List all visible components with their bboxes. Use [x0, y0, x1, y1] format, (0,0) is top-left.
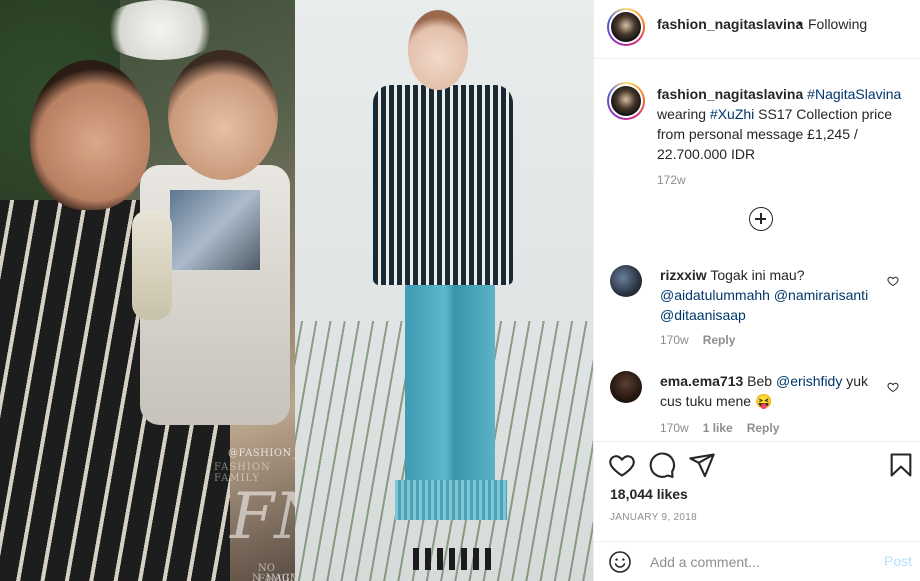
post-actions: 18,044 likes JANUARY 9, 2018 — [594, 441, 920, 541]
post-image[interactable]: @FASHION_NAGITASLAVI FASHION FAMILY FN N… — [0, 0, 593, 581]
comment-meta: 170w 1 like Reply — [660, 421, 793, 435]
child-face — [168, 50, 278, 180]
heart-icon[interactable] — [608, 451, 636, 479]
post-header: fashion_nagitaslavina • Following — [594, 0, 920, 59]
watermark-logo: FN — [230, 480, 295, 554]
comment-time[interactable]: 170w — [660, 421, 689, 435]
comment-meta: 170w Reply — [660, 333, 749, 347]
milk-bottle — [132, 210, 172, 320]
share-icon[interactable] — [688, 451, 716, 479]
mention-link[interactable]: @ditaanisaap — [660, 307, 746, 323]
author-username[interactable]: fashion_nagitaslavina — [657, 16, 803, 32]
jeans-fringe — [395, 480, 507, 520]
caption-time[interactable]: 172w — [657, 173, 686, 187]
comment-text: rizxxiw Togak ini mau? @aidatulummahh @n… — [660, 265, 886, 325]
likes-count[interactable]: 18,044 likes — [610, 486, 688, 502]
emoji-icon[interactable] — [608, 550, 632, 574]
heart-icon[interactable] — [887, 381, 899, 393]
likes-count-button[interactable]: 1 like — [703, 421, 733, 435]
hashtag-link[interactable]: #XuZhi — [710, 106, 754, 122]
snowflake-ornament — [100, 0, 220, 60]
caption-text: fashion_nagitaslavina #NagitaSlavina wea… — [657, 84, 907, 164]
caption-username[interactable]: fashion_nagitaslavina — [657, 86, 803, 102]
comment-username[interactable]: rizxxiw — [660, 267, 707, 283]
bookmark-icon[interactable] — [887, 451, 915, 479]
photo-left-panel: @FASHION_NAGITASLAVI FASHION FAMILY FN N… — [0, 0, 295, 581]
reply-button[interactable]: Reply — [703, 333, 736, 347]
hashtag-link[interactable]: #NagitaSlavina — [807, 86, 901, 102]
mention-link[interactable]: @aidatulummahh — [660, 287, 770, 303]
caption-fragment: wearing — [657, 106, 710, 122]
following-button[interactable]: Following — [808, 16, 867, 32]
comment-time[interactable]: 170w — [660, 333, 689, 347]
comment-input[interactable] — [650, 551, 870, 573]
model-fringe-jacket — [373, 85, 513, 285]
post-date[interactable]: JANUARY 9, 2018 — [610, 512, 697, 523]
comment-text: ema.ema713 Beb @erishfidy yuk cus tuku m… — [660, 371, 886, 411]
commenter-avatar[interactable] — [610, 371, 642, 403]
mention-link[interactable]: @erishfidy — [776, 373, 842, 389]
post-details-panel: fashion_nagitaslavina • Following fashio… — [593, 0, 920, 581]
reply-button[interactable]: Reply — [747, 421, 780, 435]
author-avatar[interactable] — [607, 8, 645, 46]
comment-icon[interactable] — [648, 451, 676, 479]
child-shirt-print — [170, 190, 260, 270]
comment-username[interactable]: ema.ema713 — [660, 373, 743, 389]
woman-face — [30, 60, 150, 210]
comment-body: Beb — [743, 373, 776, 389]
add-comment-bar: Post — [594, 541, 920, 581]
post-comment-button[interactable]: Post — [884, 553, 912, 569]
heart-icon[interactable] — [887, 275, 899, 287]
header-separator: • — [798, 15, 803, 31]
watermark-bottom-2: N_NAGITASLAVINA — [252, 573, 295, 581]
plus-circle-icon[interactable] — [749, 207, 773, 231]
photo-right-panel — [295, 0, 593, 581]
model-sandals — [413, 548, 491, 570]
mention-link[interactable]: @namirarisanti — [774, 287, 868, 303]
comment-body: Togak ini mau? — [706, 267, 805, 283]
commenter-avatar[interactable] — [610, 265, 642, 297]
caption-avatar[interactable] — [607, 82, 645, 120]
model-face — [408, 10, 468, 90]
watermark-handle: @FASHION_NAGITASLAVI — [228, 448, 295, 459]
